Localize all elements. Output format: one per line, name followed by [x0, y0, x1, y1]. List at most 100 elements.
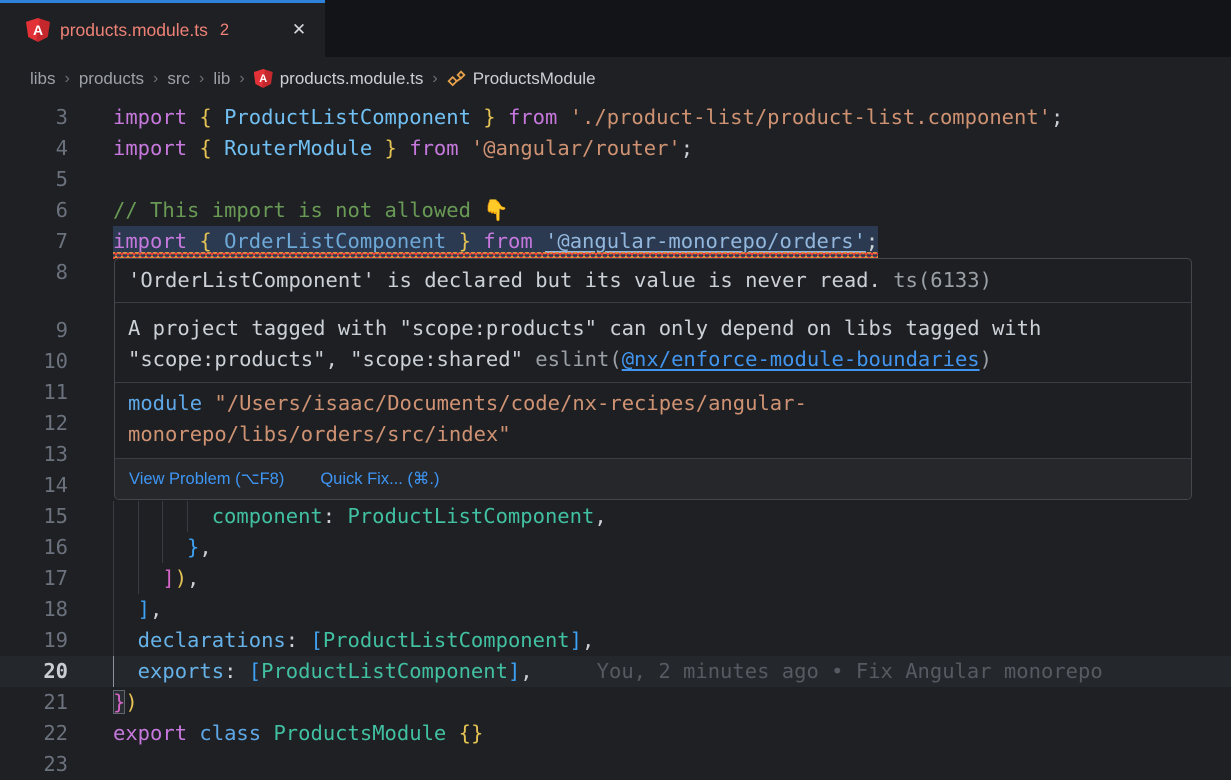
- breadcrumb-item-products-module-ts[interactable]: A products.module.ts: [254, 69, 424, 89]
- line-number[interactable]: 3: [0, 102, 68, 133]
- breadcrumb-label: products.module.ts: [280, 69, 424, 89]
- token: // This import is not allowed: [113, 198, 483, 222]
- breadcrumb-separator-icon: ›: [153, 70, 158, 88]
- line-number[interactable]: 4: [0, 133, 68, 164]
- breadcrumb-label: src: [167, 69, 190, 89]
- line-number[interactable]: 11: [0, 377, 68, 408]
- line-content: exports: [ProductListComponent],You, 2 m…: [113, 656, 1103, 687]
- token: ,: [199, 535, 211, 559]
- code-line-17[interactable]: 17]),: [0, 563, 1231, 594]
- token: [471, 105, 483, 129]
- line-number[interactable]: 16: [0, 532, 68, 563]
- token: ,: [187, 566, 199, 590]
- line-number[interactable]: 15: [0, 501, 68, 532]
- code-line-5[interactable]: 5: [0, 164, 1231, 195]
- angular-icon: A: [26, 18, 50, 42]
- code-line-15[interactable]: 15component: ProductListComponent,: [0, 501, 1231, 532]
- tab-products-module[interactable]: A products.module.ts 2 ✕: [0, 0, 325, 57]
- indent-guide: [138, 532, 163, 563]
- line-number[interactable]: 18: [0, 594, 68, 625]
- code-line-18[interactable]: 18],: [0, 594, 1231, 625]
- token: from: [508, 105, 557, 129]
- token: ): [125, 690, 137, 714]
- token: {: [199, 229, 211, 253]
- token: [446, 229, 458, 253]
- line-number[interactable]: 8: [0, 257, 68, 288]
- line-number[interactable]: 6: [0, 195, 68, 226]
- line-number[interactable]: 20: [0, 656, 68, 687]
- code-line-7[interactable]: 7 import { OrderListComponent } from '@an…: [0, 226, 1231, 257]
- line-number[interactable]: 13: [0, 439, 68, 470]
- line-number[interactable]: 5: [0, 164, 68, 195]
- tab-problem-count: 2: [220, 21, 229, 40]
- token: [261, 721, 273, 745]
- token: ;: [866, 229, 878, 253]
- breadcrumb-item-lib[interactable]: lib: [213, 69, 230, 89]
- breadcrumb-item-src[interactable]: src: [167, 69, 190, 89]
- code-line-3[interactable]: 3import { ProductListComponent } from '.…: [0, 102, 1231, 133]
- token: class: [199, 721, 261, 745]
- token: {: [199, 105, 211, 129]
- token: [397, 136, 409, 160]
- class-symbol-icon: [447, 69, 466, 88]
- token: '@angular-monorepo/orders': [545, 229, 866, 253]
- breadcrumb-item-libs[interactable]: libs: [30, 69, 56, 89]
- line-number[interactable]: 19: [0, 625, 68, 656]
- line-number[interactable]: 12: [0, 408, 68, 439]
- eslint-rule-link[interactable]: @nx/enforce-module-boundaries: [622, 347, 980, 371]
- breadcrumb-label: libs: [30, 69, 56, 89]
- code-line-23[interactable]: 23: [0, 749, 1231, 780]
- code-line-20[interactable]: 20 exports: [ProductListComponent],You, 2…: [0, 656, 1231, 687]
- token: component: [212, 504, 323, 528]
- token: ProductListComponent: [323, 628, 570, 652]
- diagnostic-hover-popup: 'OrderListComponent' is declared but its…: [114, 258, 1192, 500]
- hover-section: module "/Users/isaac/Documents/code/nx-r…: [115, 382, 1191, 458]
- token: ,: [594, 504, 606, 528]
- hover-text: 'OrderListComponent' is declared but its…: [128, 268, 881, 292]
- git-blame-annotation: You, 2 minutes ago • Fix Angular monorep…: [597, 659, 1103, 683]
- hover-text: ): [980, 347, 992, 371]
- indent-guide: [187, 501, 212, 532]
- code-line-22[interactable]: 22export class ProductsModule {}: [0, 718, 1231, 749]
- vscode-editor-window: A products.module.ts 2 ✕ libs › products › s…: [0, 0, 1231, 780]
- token: ProductListComponent: [347, 504, 594, 528]
- line-content: ],: [113, 594, 162, 625]
- line-number[interactable]: 21: [0, 687, 68, 718]
- view-problem-action[interactable]: View Problem (⌥F8): [129, 467, 284, 491]
- line-content: }): [113, 687, 138, 718]
- token: from: [409, 136, 458, 160]
- token: import: [113, 136, 187, 160]
- token: RouterModule: [224, 136, 372, 160]
- quick-fix-action[interactable]: Quick Fix... (⌘.): [320, 467, 439, 491]
- line-number[interactable]: 22: [0, 718, 68, 749]
- line-number[interactable]: 10: [0, 346, 68, 377]
- indent-guide: [138, 501, 163, 532]
- token: [212, 136, 224, 160]
- line-number[interactable]: 9: [0, 315, 68, 346]
- code-line-4[interactable]: 4import { RouterModule } from '@angular/…: [0, 133, 1231, 164]
- token: ProductListComponent: [224, 105, 471, 129]
- token: [187, 136, 199, 160]
- line-number[interactable]: 7: [0, 226, 68, 257]
- hover-text: [202, 391, 214, 415]
- close-icon[interactable]: ✕: [287, 18, 311, 42]
- code-line-21[interactable]: 21}): [0, 687, 1231, 718]
- code-line-6[interactable]: 6// This import is not allowed 👇: [0, 195, 1231, 226]
- line-number[interactable]: 17: [0, 563, 68, 594]
- tab-bar: A products.module.ts 2 ✕: [0, 0, 1231, 57]
- indent-guide: [162, 532, 187, 563]
- breadcrumb-item-productsmodule[interactable]: ProductsModule: [447, 69, 596, 89]
- indent-guide: [113, 563, 138, 594]
- line-number[interactable]: 23: [0, 749, 68, 780]
- breadcrumb-separator-icon: ›: [199, 70, 204, 88]
- token: :: [224, 659, 249, 683]
- error-squiggle-range[interactable]: import { OrderListComponent } from '@ang…: [113, 226, 878, 257]
- token: import: [113, 229, 187, 253]
- line-number[interactable]: 14: [0, 470, 68, 501]
- token: ]: [138, 597, 150, 621]
- token: OrderListComponent: [224, 229, 446, 253]
- breadcrumb-item-products[interactable]: products: [79, 69, 144, 89]
- code-line-19[interactable]: 19declarations: [ProductListComponent],: [0, 625, 1231, 656]
- code-line-16[interactable]: 16},: [0, 532, 1231, 563]
- token: declarations: [138, 628, 286, 652]
